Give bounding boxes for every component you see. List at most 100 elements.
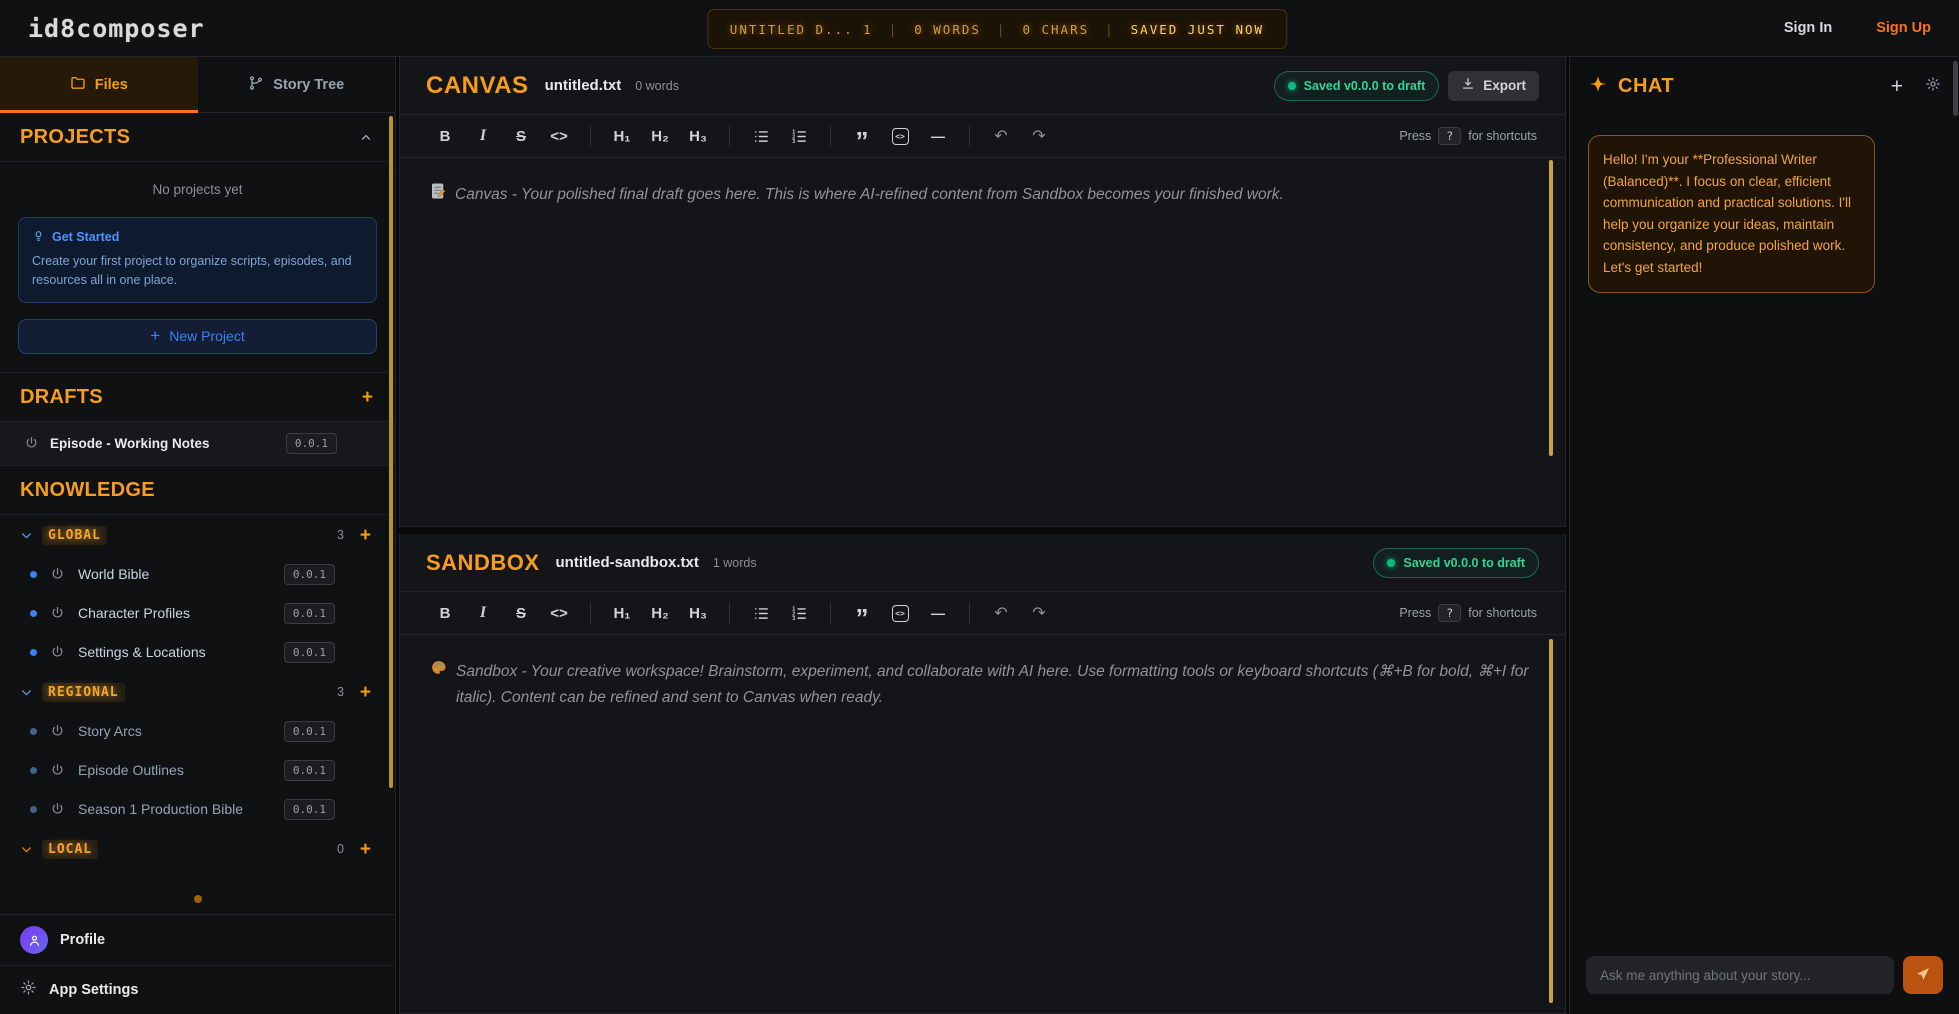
sign-in-button[interactable]: Sign In — [1784, 20, 1832, 36]
group-count: 3 — [337, 685, 344, 699]
knowledge-heading: KNOWLEDGE — [20, 479, 155, 502]
profile-label: Profile — [60, 932, 105, 948]
canvas-editor[interactable]: Canvas - Your polished final draft goes … — [400, 158, 1565, 526]
canvas-header: CANVAS untitled.txt 0 words Saved v0.0.0… — [400, 57, 1565, 114]
heading-2-button[interactable]: H₂ — [643, 598, 677, 628]
knowledge-header: KNOWLEDGE — [0, 466, 395, 515]
auth-links: Sign In Sign Up — [1784, 20, 1931, 36]
knowledge-item-name: Character Profiles — [78, 605, 284, 621]
chat-input[interactable] — [1586, 956, 1894, 994]
add-draft-button[interactable]: + — [362, 388, 373, 407]
knowledge-item[interactable]: Episode Outlines0.0.1 — [0, 751, 395, 790]
knowledge-item[interactable]: Story Arcs0.0.1 — [0, 712, 395, 751]
topbar: id8composer UNTITLED D... 1 | 0 WORDS | … — [0, 0, 1959, 57]
horizontal-rule-button[interactable]: — — [921, 598, 955, 628]
lightbulb-icon — [32, 229, 45, 245]
toolbar-separator — [830, 125, 831, 147]
bold-button[interactable]: B — [428, 598, 462, 628]
strikethrough-button[interactable]: S — [504, 121, 538, 151]
question-key-badge[interactable]: ? — [1438, 127, 1461, 145]
app-settings-button[interactable]: App Settings — [0, 966, 395, 1014]
download-icon — [1461, 77, 1475, 94]
knowledge-group-global[interactable]: GLOBAL3+ — [0, 515, 395, 555]
add-knowledge-button[interactable]: + — [360, 840, 371, 859]
drafts-list: Episode - Working Notes0.0.1 — [0, 422, 395, 466]
knowledge-item-name: Season 1 Production Bible — [78, 801, 284, 817]
version-badge: 0.0.1 — [284, 799, 335, 820]
knowledge-item[interactable]: Settings & Locations0.0.1 — [0, 633, 395, 672]
version-badge: 0.0.1 — [284, 760, 335, 781]
sandbox-filename[interactable]: untitled-sandbox.txt — [556, 554, 699, 571]
add-knowledge-button[interactable]: + — [360, 683, 371, 702]
ordered-list-button[interactable]: 123 — [782, 598, 816, 628]
knowledge-item[interactable]: World Bible0.0.1 — [0, 555, 395, 594]
toolbar-separator — [830, 602, 831, 624]
sign-up-button[interactable]: Sign Up — [1876, 20, 1931, 36]
tab-files[interactable]: Files — [0, 57, 198, 112]
power-icon — [50, 645, 65, 660]
blockquote-button[interactable]: ” — [845, 121, 879, 151]
knowledge-item[interactable]: Character Profiles0.0.1 — [0, 594, 395, 633]
heading-1-button[interactable]: H₁ — [605, 598, 639, 628]
add-knowledge-button[interactable]: + — [360, 526, 371, 545]
send-button[interactable] — [1903, 956, 1943, 994]
sandbox-editor[interactable]: Sandbox - Your creative workspace! Brain… — [400, 635, 1565, 1013]
knowledge-section: KNOWLEDGE GLOBAL3+World Bible0.0.1Charac… — [0, 466, 395, 903]
knowledge-group-local[interactable]: LOCAL0+ — [0, 829, 395, 869]
folder-icon — [70, 75, 86, 95]
new-project-button[interactable]: + New Project — [18, 319, 377, 354]
inline-code-button[interactable]: <> — [542, 121, 576, 151]
projects-header: PROJECTS — [0, 113, 395, 162]
drafts-section: DRAFTS + Episode - Working Notes0.0.1 — [0, 372, 395, 466]
bullet-dot-icon — [30, 610, 37, 617]
chat-settings-gear-icon[interactable] — [1925, 76, 1941, 97]
italic-button[interactable]: I — [466, 598, 500, 628]
bold-button[interactable]: B — [428, 121, 462, 151]
redo-button[interactable]: ↷ — [1022, 121, 1056, 151]
strikethrough-button[interactable]: S — [504, 598, 538, 628]
heading-3-button[interactable]: H₃ — [681, 598, 715, 628]
bullet-list-button[interactable] — [744, 121, 778, 151]
horizontal-rule-button[interactable]: — — [921, 121, 955, 151]
sidebar-scrollbar[interactable] — [389, 116, 393, 788]
ordered-list-button[interactable]: 123 — [782, 121, 816, 151]
profile-button[interactable]: Profile — [0, 915, 395, 966]
canvas-filename[interactable]: untitled.txt — [545, 77, 622, 94]
avatar — [20, 926, 48, 954]
collapse-chevron-icon[interactable] — [359, 131, 373, 145]
knowledge-groups: GLOBAL3+World Bible0.0.1Character Profil… — [0, 515, 395, 869]
group-label: LOCAL — [42, 840, 98, 859]
heading-1-button[interactable]: H₁ — [605, 121, 639, 151]
export-button[interactable]: Export — [1448, 71, 1539, 101]
redo-button[interactable]: ↷ — [1022, 598, 1056, 628]
window-scrollbar[interactable] — [1953, 61, 1958, 116]
bullet-list-button[interactable] — [744, 598, 778, 628]
tab-story-tree[interactable]: Story Tree — [198, 57, 396, 112]
memo-icon — [430, 182, 446, 209]
power-icon — [50, 606, 65, 621]
knowledge-item-name: Story Arcs — [78, 723, 284, 739]
undo-button[interactable]: ↶ — [984, 598, 1018, 628]
knowledge-group-regional[interactable]: REGIONAL3+ — [0, 672, 395, 712]
inline-code-button[interactable]: <> — [542, 598, 576, 628]
sandbox-scrollbar[interactable] — [1549, 639, 1553, 1003]
svg-text:3: 3 — [792, 616, 795, 622]
heading-2-button[interactable]: H₂ — [643, 121, 677, 151]
plus-icon: + — [150, 326, 160, 346]
heading-3-button[interactable]: H₃ — [681, 121, 715, 151]
sidebar-scroll-area: PROJECTS No projects yet Get Started Cre… — [0, 113, 395, 914]
code-block-button[interactable]: <> — [883, 121, 917, 151]
blockquote-button[interactable]: ” — [845, 598, 879, 628]
italic-button[interactable]: I — [466, 121, 500, 151]
new-chat-button[interactable]: + — [1891, 76, 1903, 97]
toolbar-separator — [590, 602, 591, 624]
version-badge: 0.0.1 — [284, 721, 335, 742]
toolbar-separator — [729, 125, 730, 147]
draft-item[interactable]: Episode - Working Notes0.0.1 — [0, 422, 395, 466]
code-block-button[interactable]: <> — [883, 598, 917, 628]
undo-button[interactable]: ↶ — [984, 121, 1018, 151]
knowledge-item[interactable]: Season 1 Production Bible0.0.1 — [0, 790, 395, 829]
canvas-scrollbar[interactable] — [1549, 160, 1553, 456]
question-key-badge[interactable]: ? — [1438, 604, 1461, 622]
toolbar-separator — [729, 602, 730, 624]
